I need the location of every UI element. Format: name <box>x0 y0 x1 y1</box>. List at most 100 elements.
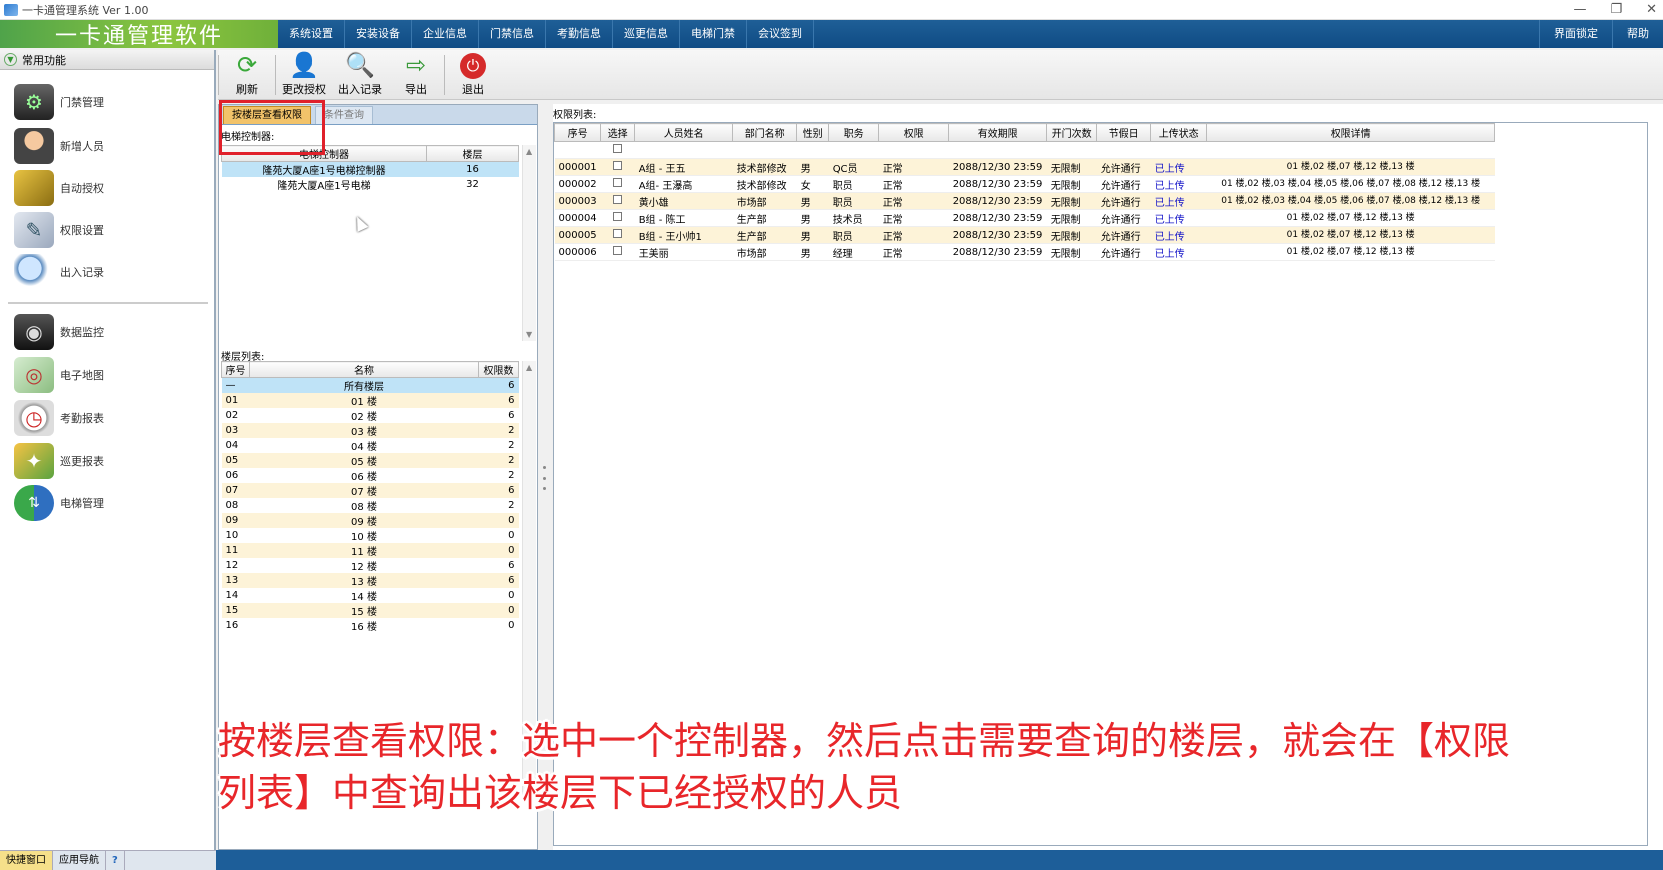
col-permission-detail[interactable]: 权限详情 <box>1206 123 1496 142</box>
col-select[interactable]: 选择 <box>600 123 636 142</box>
col-department[interactable]: 部门名称 <box>732 123 798 142</box>
scroll-up-icon[interactable]: ▲ <box>526 363 532 372</box>
table-row[interactable]: 000006 王美丽 市场部男经理 正常 2088/12/30 23:59 无限制 允许通行… <box>554 243 1495 261</box>
select-cell[interactable] <box>600 209 635 227</box>
select-all-checkbox[interactable] <box>613 144 623 153</box>
col-person-name[interactable]: 人员姓名 <box>634 123 734 142</box>
sidebar-item-permission[interactable]: ✎ 权限设置 <box>14 210 104 250</box>
blank-cell <box>828 141 879 159</box>
sidebar-item-door-control[interactable]: ⚙ 门禁管理 <box>14 82 104 122</box>
row-checkbox[interactable] <box>613 195 623 204</box>
table-row[interactable]: 000001 A组 - 王五 技术部修改男 QC员 正常 2088/12/30 23:59… <box>554 158 1495 176</box>
table-row[interactable]: 16 16 楼0 <box>221 618 519 633</box>
table-row[interactable]: 000004 B组 - 陈工 生产部男技术员 正常 2088/12/30 23:59 无限… <box>554 209 1495 227</box>
sidebar-item-attendance-report[interactable]: ◷ 考勤报表 <box>14 398 104 438</box>
tab-quick-window[interactable]: 快捷窗口 <box>0 851 53 870</box>
collapse-icon[interactable]: ▼ <box>4 53 17 66</box>
col-valid-until[interactable]: 有效期限 <box>948 123 1048 142</box>
table-row[interactable]: 15 15 楼0 <box>221 603 519 618</box>
close-icon[interactable]: ✕ <box>1646 2 1657 17</box>
row-index: 000003 <box>554 192 601 210</box>
menu-help[interactable]: 帮助 <box>1612 20 1663 48</box>
table-row[interactable]: 03 03 楼2 <box>221 423 519 438</box>
permission-icon: ✎ <box>14 212 54 248</box>
select-cell[interactable] <box>600 243 635 261</box>
table-row[interactable]: 09 09 楼0 <box>221 513 519 528</box>
restore-icon[interactable]: ❐ <box>1610 2 1622 17</box>
tab-app-navigation[interactable]: 应用导航 <box>53 851 106 870</box>
table-row[interactable]: 14 14 楼0 <box>221 588 519 603</box>
sidebar-item-monitor[interactable]: ◉ 数据监控 <box>14 312 104 352</box>
scroll-down-icon[interactable]: ▼ <box>526 330 532 339</box>
upload-status: 已上传 <box>1150 158 1207 176</box>
menu-lock-ui[interactable]: 界面锁定 <box>1539 20 1612 48</box>
left-panel-header[interactable]: ▼ 常用功能 <box>0 50 214 70</box>
table-row[interactable]: 12 12 楼6 <box>221 558 519 573</box>
sidebar-item-records[interactable]: 出入记录 <box>14 252 104 292</box>
sidebar-item-patrol-report[interactable]: ✦ 巡更报表 <box>14 441 104 481</box>
scroll-up-icon[interactable]: ▲ <box>526 147 532 156</box>
row-checkbox[interactable] <box>613 178 623 187</box>
col-permission[interactable]: 权限 <box>878 123 950 142</box>
col-index[interactable]: 序号 <box>553 123 602 142</box>
col-open-times[interactable]: 开门次数 <box>1046 123 1098 142</box>
menu-company-info[interactable]: 企业信息 <box>412 20 479 48</box>
row-checkbox[interactable] <box>613 212 623 221</box>
table-row[interactable]: 07 07 楼6 <box>221 483 519 498</box>
select-cell[interactable] <box>600 192 635 210</box>
table-row[interactable]: 06 06 楼2 <box>221 468 519 483</box>
table-row[interactable]: 000005 B组 - 王小帅1 生产部男职员 正常 2088/12/30 23:59 无… <box>554 226 1495 244</box>
table-row[interactable]: 隆苑大厦A座1号电梯 32 <box>221 177 519 192</box>
sidebar-item-map[interactable]: ◎ 电子地图 <box>14 355 104 395</box>
table-row[interactable]: 13 13 楼6 <box>221 573 519 588</box>
col-permission-count[interactable]: 权限数 <box>478 361 519 378</box>
table-row[interactable]: 04 04 楼2 <box>221 438 519 453</box>
permission: 正常 <box>878 158 949 176</box>
table-row[interactable]: 10 10 楼0 <box>221 528 519 543</box>
table-row[interactable]: 02 02 楼6 <box>221 408 519 423</box>
col-index[interactable]: 序号 <box>221 361 250 378</box>
menu-install-devices[interactable]: 安装设备 <box>345 20 412 48</box>
col-position[interactable]: 职务 <box>828 123 880 142</box>
minimize-icon[interactable]: — <box>1573 2 1586 17</box>
refresh-button[interactable]: ⟳ 刷新 <box>219 50 275 100</box>
table-row[interactable]: 01 01 楼6 <box>221 393 519 408</box>
col-gender[interactable]: 性别 <box>796 123 830 142</box>
table-row[interactable]: 11 11 楼0 <box>221 543 519 558</box>
valid-until: 2088/12/30 23:59 <box>948 209 1047 227</box>
col-holiday[interactable]: 节假日 <box>1096 123 1152 142</box>
menu-attendance-info[interactable]: 考勤信息 <box>546 20 613 48</box>
menu-elevator-access[interactable]: 电梯门禁 <box>680 20 747 48</box>
splitter-handle[interactable] <box>540 466 548 490</box>
sidebar-item-add-person[interactable]: 新增人员 <box>14 126 104 166</box>
menu-patrol-info[interactable]: 巡更信息 <box>613 20 680 48</box>
row-checkbox[interactable] <box>613 229 623 238</box>
exit-button[interactable]: ⏻ 退出 <box>445 50 501 100</box>
table-row[interactable]: 隆苑大厦A座1号电梯控制器 16 <box>221 161 519 177</box>
table-row[interactable]: 08 08 楼2 <box>221 498 519 513</box>
select-cell[interactable] <box>600 158 635 176</box>
export-button[interactable]: ⇨ 导出 <box>388 50 444 100</box>
table-row[interactable]: — 所有楼层 6 <box>221 377 519 393</box>
row-checkbox[interactable] <box>613 161 623 170</box>
row-checkbox[interactable] <box>613 246 623 255</box>
menu-access-info[interactable]: 门禁信息 <box>479 20 546 48</box>
change-auth-button[interactable]: 👤 更改授权 <box>276 50 332 100</box>
help-icon[interactable]: ? <box>106 851 125 870</box>
sidebar-item-auto-auth[interactable]: 自动授权 <box>14 168 104 208</box>
controller-scrollbar[interactable]: ▲ ▼ <box>522 145 536 341</box>
menu-meeting-signin[interactable]: 会议签到 <box>747 20 814 48</box>
holiday: 允许通行 <box>1096 209 1151 227</box>
col-floors[interactable]: 楼层 <box>426 145 519 162</box>
table-row[interactable]: 000002 A组- 王瀑高 技术部修改女职员 正常 2088/12/30 23:59 无… <box>554 175 1495 193</box>
menu-system-settings[interactable]: 系统设置 <box>278 20 345 48</box>
col-name[interactable]: 名称 <box>249 361 479 378</box>
sidebar-item-elevator[interactable]: ⇅ 电梯管理 <box>14 483 104 523</box>
table-row[interactable]: 000003 黄小雄 市场部男职员 正常 2088/12/30 23:59 无限制 允许通行… <box>554 192 1495 210</box>
records-button[interactable]: 🔍 出入记录 <box>332 50 388 100</box>
blank-cell <box>732 141 797 159</box>
col-upload-status[interactable]: 上传状态 <box>1150 123 1208 142</box>
select-cell[interactable] <box>600 175 635 193</box>
select-cell[interactable] <box>600 226 635 244</box>
table-row[interactable]: 05 05 楼2 <box>221 453 519 468</box>
